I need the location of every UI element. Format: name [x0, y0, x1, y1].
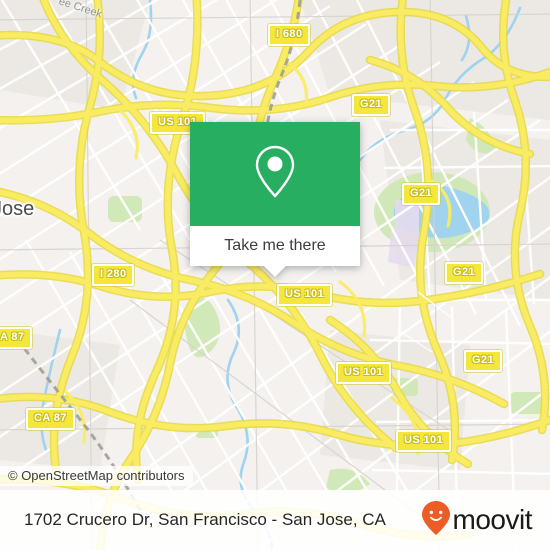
shield-us-101-c[interactable]: US 101 [336, 362, 392, 384]
location-pin-icon [253, 144, 297, 205]
shield-g21-d[interactable]: G21 [464, 350, 502, 372]
moovit-pin-smiley-icon [421, 500, 451, 541]
shield-ca-87-a[interactable]: A 87 [0, 327, 33, 349]
shield-i-680[interactable]: I 680 [268, 24, 311, 46]
moovit-wordmark: moovit [452, 504, 533, 535]
callout-action-panel[interactable]: Take me there [190, 226, 360, 277]
shield-us-101-b[interactable]: US 101 [277, 284, 333, 306]
map-attribution[interactable]: © OpenStreetMap contributors [0, 466, 193, 486]
shield-us-101-d[interactable]: US 101 [396, 430, 452, 452]
shield-g21-c[interactable]: G21 [445, 262, 483, 284]
address-label: 1702 Crucero Dr, San Francisco - San Jos… [24, 510, 386, 529]
shield-g21-a[interactable]: G21 [352, 94, 390, 116]
shield-g21-b[interactable]: G21 [402, 183, 440, 205]
moovit-logo[interactable]: moovit [421, 500, 533, 541]
bottom-info-bar: 1702 Crucero Dr, San Francisco - San Jos… [0, 490, 550, 550]
shield-i-280[interactable]: I 280 [92, 264, 135, 286]
callout-icon-panel [190, 122, 360, 226]
shield-ca-87-b[interactable]: CA 87 [26, 408, 75, 430]
callout-tail [264, 266, 286, 277]
city-label-san-jose: Jose [0, 198, 35, 220]
take-me-there-button[interactable]: Take me there [224, 237, 325, 255]
map-callout-card[interactable]: Take me there [190, 122, 360, 277]
map-screenshot-root: Jose ee Creek I 680 G21 US 101 G21 I 280… [0, 0, 550, 550]
